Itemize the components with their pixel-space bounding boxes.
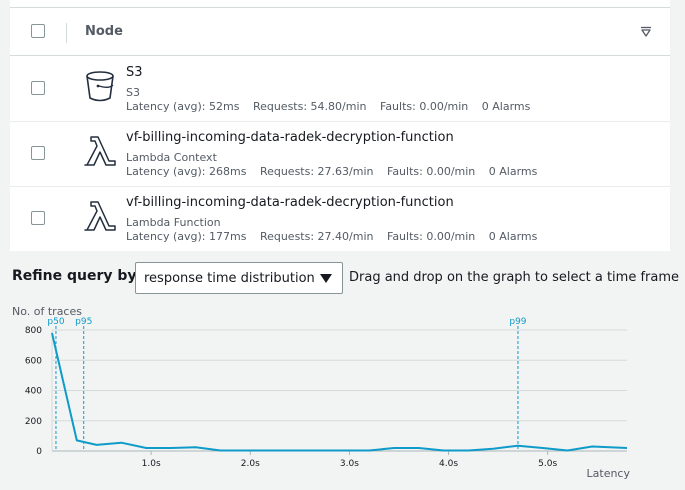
caret-down-icon <box>320 274 332 283</box>
refine-query-value: response time distribution <box>144 271 315 286</box>
x-axis-label: Latency <box>587 467 631 480</box>
header-divider <box>66 23 67 43</box>
x-tick-label: 1.0s <box>142 459 161 469</box>
latency-metric: Latency (avg): 52ms <box>126 100 240 113</box>
node-table: Node S3 S3 Latency (avg): 52ms Requests:… <box>10 0 670 251</box>
table-row-s3[interactable]: S3 S3 Latency (avg): 52ms Requests: 54.8… <box>10 57 670 122</box>
y-tick-label: 200 <box>25 417 42 427</box>
node-column-header[interactable]: Node <box>85 24 123 39</box>
node-metrics: Latency (avg): 52ms Requests: 54.80/min … <box>126 100 540 113</box>
y-tick-label: 600 <box>25 356 42 366</box>
row-checkbox[interactable] <box>31 146 45 160</box>
s3-bucket-icon <box>86 71 114 102</box>
node-type: Lambda Context <box>126 151 217 164</box>
drag-hint-text: Drag and drop on the graph to select a t… <box>349 270 680 285</box>
x-tick-label: 2.0s <box>241 459 260 469</box>
requests-metric: Requests: 27.40/min <box>259 230 374 243</box>
y-tick-label: 800 <box>25 326 42 336</box>
node-type: Lambda Function <box>126 216 221 229</box>
faults-metric: Faults: 0.00/min <box>387 230 476 243</box>
x-tick-label: 4.0s <box>439 459 458 469</box>
trace-count-series-line <box>51 332 628 452</box>
node-title[interactable]: vf-billing-incoming-data-radek-decryptio… <box>126 130 454 145</box>
latency-distribution-chart[interactable]: No. of traces Latency p50 p95 p99 80060040… <box>0 300 685 490</box>
percentile-marker-label: p95 <box>75 317 92 327</box>
latency-metric: Latency (avg): 177ms <box>126 230 247 243</box>
refine-query-label: Refine query by <box>12 268 137 284</box>
requests-metric: Requests: 54.80/min <box>252 100 367 113</box>
alarms-metric: 0 Alarms <box>488 165 538 178</box>
percentile-marker-label: p99 <box>509 317 526 327</box>
node-title[interactable]: vf-billing-incoming-data-radek-decryptio… <box>126 195 454 210</box>
faults-metric: Faults: 0.00/min <box>387 165 476 178</box>
x-tick-label: 3.0s <box>340 459 359 469</box>
y-tick-label: 0 <box>36 447 42 457</box>
x-tick-label: 5.0s <box>538 459 557 469</box>
lambda-icon <box>84 136 116 166</box>
node-type: S3 <box>126 86 140 99</box>
table-row-lambda-function[interactable]: vf-billing-incoming-data-radek-decryptio… <box>10 187 670 252</box>
requests-metric: Requests: 27.63/min <box>259 165 374 178</box>
sort-descending-icon[interactable] <box>639 25 653 39</box>
table-row-lambda-context[interactable]: vf-billing-incoming-data-radek-decryptio… <box>10 122 670 187</box>
node-metrics: Latency (avg): 177ms Requests: 27.40/min… <box>126 230 547 243</box>
latency-metric: Latency (avg): 268ms <box>126 165 247 178</box>
alarms-metric: 0 Alarms <box>481 100 531 113</box>
row-checkbox[interactable] <box>31 81 45 95</box>
table-header: Node <box>10 8 670 56</box>
faults-metric: Faults: 0.00/min <box>380 100 469 113</box>
select-all-checkbox[interactable] <box>31 24 45 38</box>
refine-query-select[interactable]: response time distribution <box>135 262 343 294</box>
alarms-metric: 0 Alarms <box>488 230 538 243</box>
node-metrics: Latency (avg): 268ms Requests: 27.63/min… <box>126 165 547 178</box>
percentile-marker-label: p50 <box>47 317 64 327</box>
lambda-icon <box>84 201 116 231</box>
node-title[interactable]: S3 <box>126 65 143 80</box>
y-tick-label: 400 <box>25 387 42 397</box>
row-checkbox[interactable] <box>31 211 45 225</box>
